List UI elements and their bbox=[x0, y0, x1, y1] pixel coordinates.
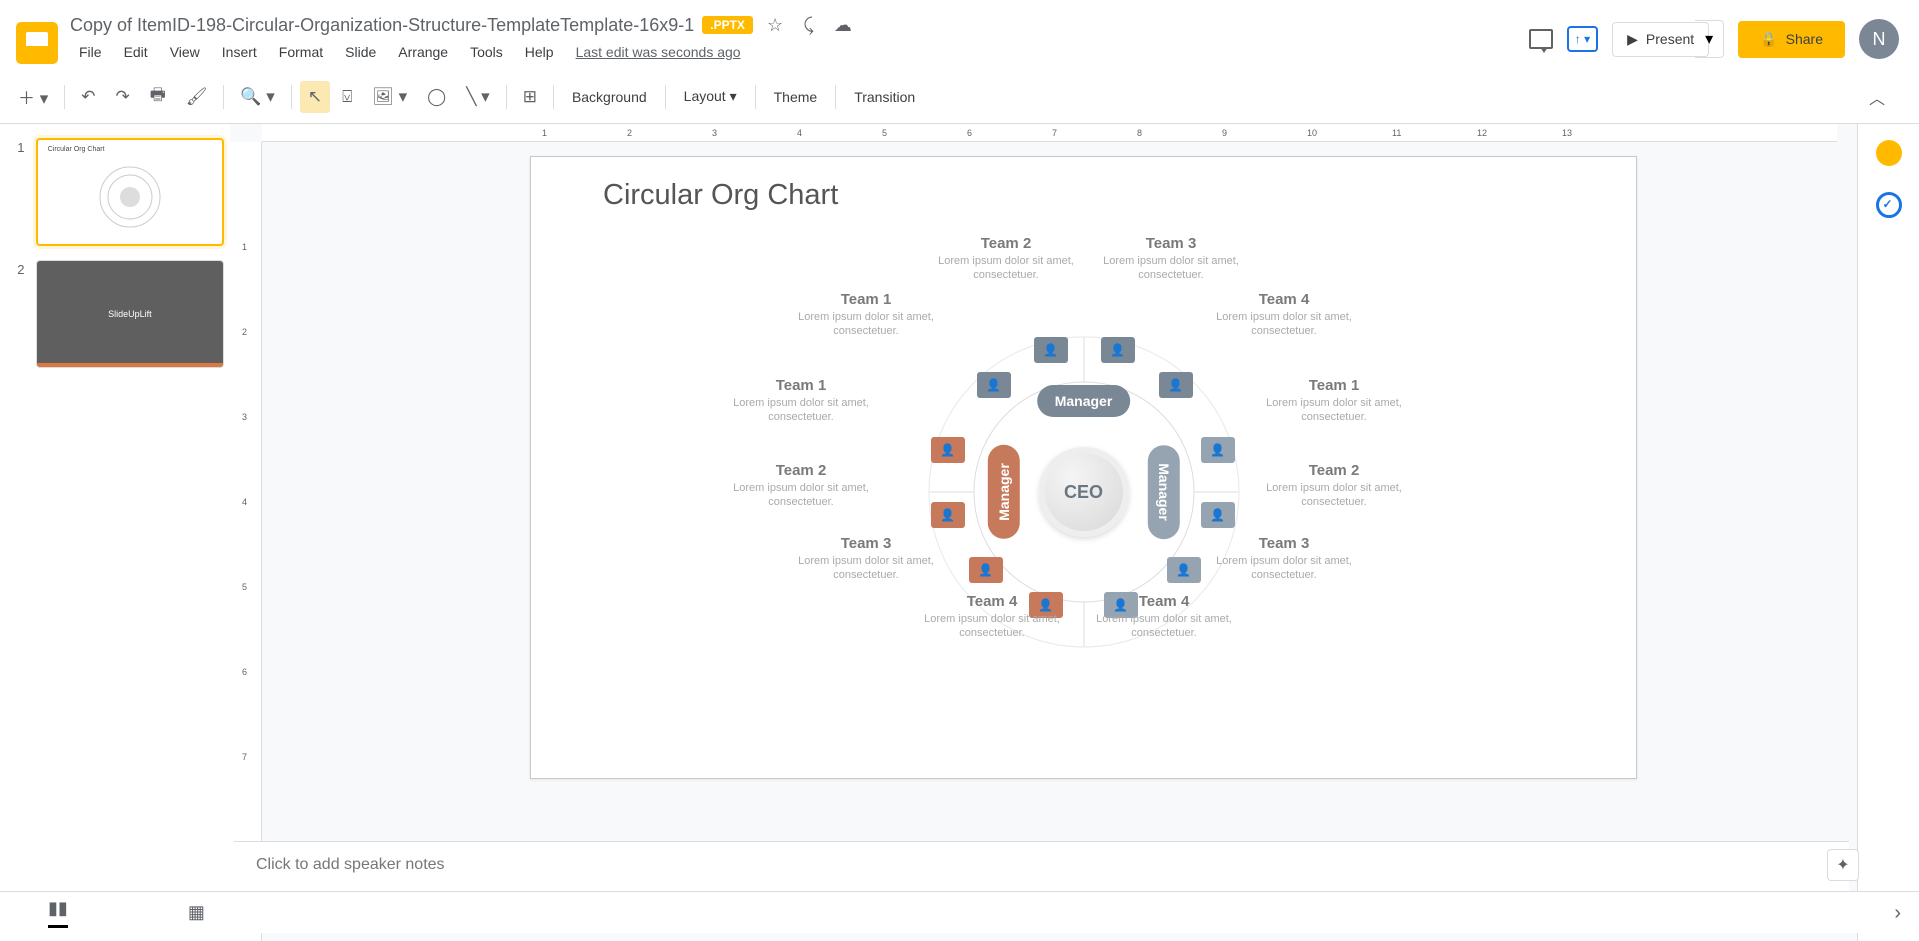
pptx-badge: .PPTX bbox=[702, 16, 753, 34]
menu-bar: File Edit View Insert Format Slide Arran… bbox=[70, 40, 1529, 64]
manager-top[interactable]: Manager bbox=[1037, 385, 1131, 417]
team-node[interactable]: 👤 bbox=[1167, 557, 1201, 583]
document-title[interactable]: Copy of ItemID-198-Circular-Organization… bbox=[70, 15, 694, 36]
chart-center: CEO Manager Manager Manager 👤 👤 👤 👤 👤 👤 … bbox=[1039, 447, 1129, 537]
new-slide-button[interactable]: ＋ ▾ bbox=[10, 78, 56, 115]
menu-arrange[interactable]: Arrange bbox=[389, 40, 457, 64]
layout-button[interactable]: Layout ▾ bbox=[674, 82, 747, 111]
vertical-ruler: 1234567 bbox=[230, 142, 262, 941]
theme-button[interactable]: Theme bbox=[764, 83, 828, 111]
menu-format[interactable]: Format bbox=[270, 40, 332, 64]
thumb-number: 1 bbox=[6, 138, 36, 246]
manager-left[interactable]: Manager bbox=[987, 445, 1019, 539]
team-label[interactable]: Team 4Lorem ipsum dolor sit amet, consec… bbox=[907, 593, 1077, 641]
team-node[interactable]: 👤 bbox=[931, 502, 965, 528]
title-area: Copy of ItemID-198-Circular-Organization… bbox=[70, 15, 1529, 64]
team-node[interactable]: 👤 bbox=[1034, 337, 1068, 363]
menu-view[interactable]: View bbox=[161, 40, 209, 64]
paint-format-button[interactable]: 🖌 bbox=[178, 81, 216, 113]
slide-thumbnail-1[interactable]: Circular Org Chart bbox=[36, 138, 224, 246]
thumb-number: 2 bbox=[6, 260, 36, 368]
share-button[interactable]: 🔒 Share bbox=[1738, 21, 1845, 58]
team-label[interactable]: Team 3Lorem ipsum dolor sit amet, consec… bbox=[781, 535, 951, 583]
team-node[interactable]: 👤 bbox=[1101, 337, 1135, 363]
last-edit-link[interactable]: Last edit was seconds ago bbox=[567, 40, 750, 64]
slide-title[interactable]: Circular Org Chart bbox=[603, 179, 838, 212]
account-avatar[interactable]: N bbox=[1859, 19, 1899, 59]
line-tool[interactable]: ╲ ▾ bbox=[458, 81, 498, 113]
bottom-bar: ▮▮ ▦ › bbox=[0, 891, 1919, 933]
team-label[interactable]: Team 1Lorem ipsum dolor sit amet, consec… bbox=[781, 291, 951, 339]
menu-tools[interactable]: Tools bbox=[461, 40, 512, 64]
team-node[interactable]: 👤 bbox=[1201, 437, 1235, 463]
explore-button[interactable]: ✦ bbox=[1827, 849, 1859, 881]
team-label[interactable]: Team 1Lorem ipsum dolor sit amet, consec… bbox=[716, 377, 886, 425]
team-label[interactable]: Team 2Lorem ipsum dolor sit amet, consec… bbox=[921, 235, 1091, 283]
zoom-button[interactable]: 🔍 ▾ bbox=[232, 81, 282, 113]
speaker-notes[interactable]: Click to add speaker notes bbox=[234, 841, 1849, 891]
team-node[interactable]: 👤 bbox=[1201, 502, 1235, 528]
move-icon[interactable]: ⤹ bbox=[797, 15, 820, 36]
collapse-toolbar-icon[interactable]: ︿ bbox=[1845, 79, 1909, 115]
transition-button[interactable]: Transition bbox=[844, 83, 925, 111]
slide-canvas[interactable]: Circular Org Chart CEO Manager Manager M… bbox=[530, 156, 1637, 779]
redo-button[interactable]: ↷ bbox=[108, 81, 138, 113]
background-button[interactable]: Background bbox=[562, 83, 657, 111]
comments-icon[interactable] bbox=[1529, 29, 1553, 49]
header: Copy of ItemID-198-Circular-Organization… bbox=[0, 0, 1919, 70]
undo-button[interactable]: ↶ bbox=[73, 81, 103, 113]
side-panel: ＋ bbox=[1857, 124, 1919, 941]
filmstrip[interactable]: 1 Circular Org Chart 2 SlideUpLift bbox=[0, 124, 230, 941]
team-label[interactable]: Team 1Lorem ipsum dolor sit amet, consec… bbox=[1249, 377, 1419, 425]
upload-icon[interactable]: ↑ ▾ bbox=[1567, 26, 1598, 52]
comment-button[interactable]: ⊞ bbox=[515, 81, 545, 113]
menu-insert[interactable]: Insert bbox=[213, 40, 266, 64]
team-label[interactable]: Team 3Lorem ipsum dolor sit amet, consec… bbox=[1086, 235, 1256, 283]
team-label[interactable]: Team 4Lorem ipsum dolor sit amet, consec… bbox=[1079, 593, 1249, 641]
textbox-tool[interactable]: ⍌ bbox=[334, 81, 360, 113]
team-node[interactable]: 👤 bbox=[977, 372, 1011, 398]
team-label[interactable]: Team 4Lorem ipsum dolor sit amet, consec… bbox=[1199, 291, 1369, 339]
shape-tool[interactable]: ◯ bbox=[419, 81, 454, 113]
ceo-circle[interactable]: CEO bbox=[1039, 447, 1129, 537]
menu-file[interactable]: File bbox=[70, 40, 111, 64]
image-tool[interactable]: 🖼 ▾ bbox=[364, 81, 415, 113]
toolbar: ＋ ▾ ↶ ↷ 🖶 🖌 🔍 ▾ ↖ ⍌ 🖼 ▾ ◯ ╲ ▾ ⊞ Backgrou… bbox=[0, 70, 1919, 124]
team-node[interactable]: 👤 bbox=[1159, 372, 1193, 398]
star-icon[interactable]: ☆ bbox=[761, 15, 789, 36]
slide-thumbnail-2[interactable]: SlideUpLift bbox=[36, 260, 224, 368]
select-tool[interactable]: ↖ bbox=[300, 81, 330, 113]
menu-edit[interactable]: Edit bbox=[115, 40, 157, 64]
present-dropdown[interactable]: ▾ bbox=[1695, 20, 1724, 58]
cloud-icon[interactable]: ☁ bbox=[828, 15, 858, 36]
menu-slide[interactable]: Slide bbox=[336, 40, 385, 64]
tasks-icon[interactable] bbox=[1876, 192, 1902, 218]
team-node[interactable]: 👤 bbox=[969, 557, 1003, 583]
next-arrow-icon[interactable]: › bbox=[1894, 902, 1901, 925]
horizontal-ruler: 12345678910111213 bbox=[262, 124, 1837, 142]
grid-view-icon[interactable]: ▦ bbox=[188, 902, 205, 923]
keep-icon[interactable] bbox=[1876, 140, 1902, 166]
manager-right[interactable]: Manager bbox=[1148, 445, 1180, 539]
print-button[interactable]: 🖶 bbox=[142, 76, 174, 117]
menu-help[interactable]: Help bbox=[516, 40, 563, 64]
canvas-area[interactable]: 12345678910111213 1234567 Circular Org C… bbox=[230, 124, 1857, 941]
team-label[interactable]: Team 2Lorem ipsum dolor sit amet, consec… bbox=[1249, 462, 1419, 510]
filmstrip-view-icon[interactable]: ▮▮ bbox=[48, 898, 68, 928]
team-label[interactable]: Team 2Lorem ipsum dolor sit amet, consec… bbox=[716, 462, 886, 510]
team-label[interactable]: Team 3Lorem ipsum dolor sit amet, consec… bbox=[1199, 535, 1369, 583]
slides-logo[interactable] bbox=[16, 22, 58, 64]
team-node[interactable]: 👤 bbox=[931, 437, 965, 463]
